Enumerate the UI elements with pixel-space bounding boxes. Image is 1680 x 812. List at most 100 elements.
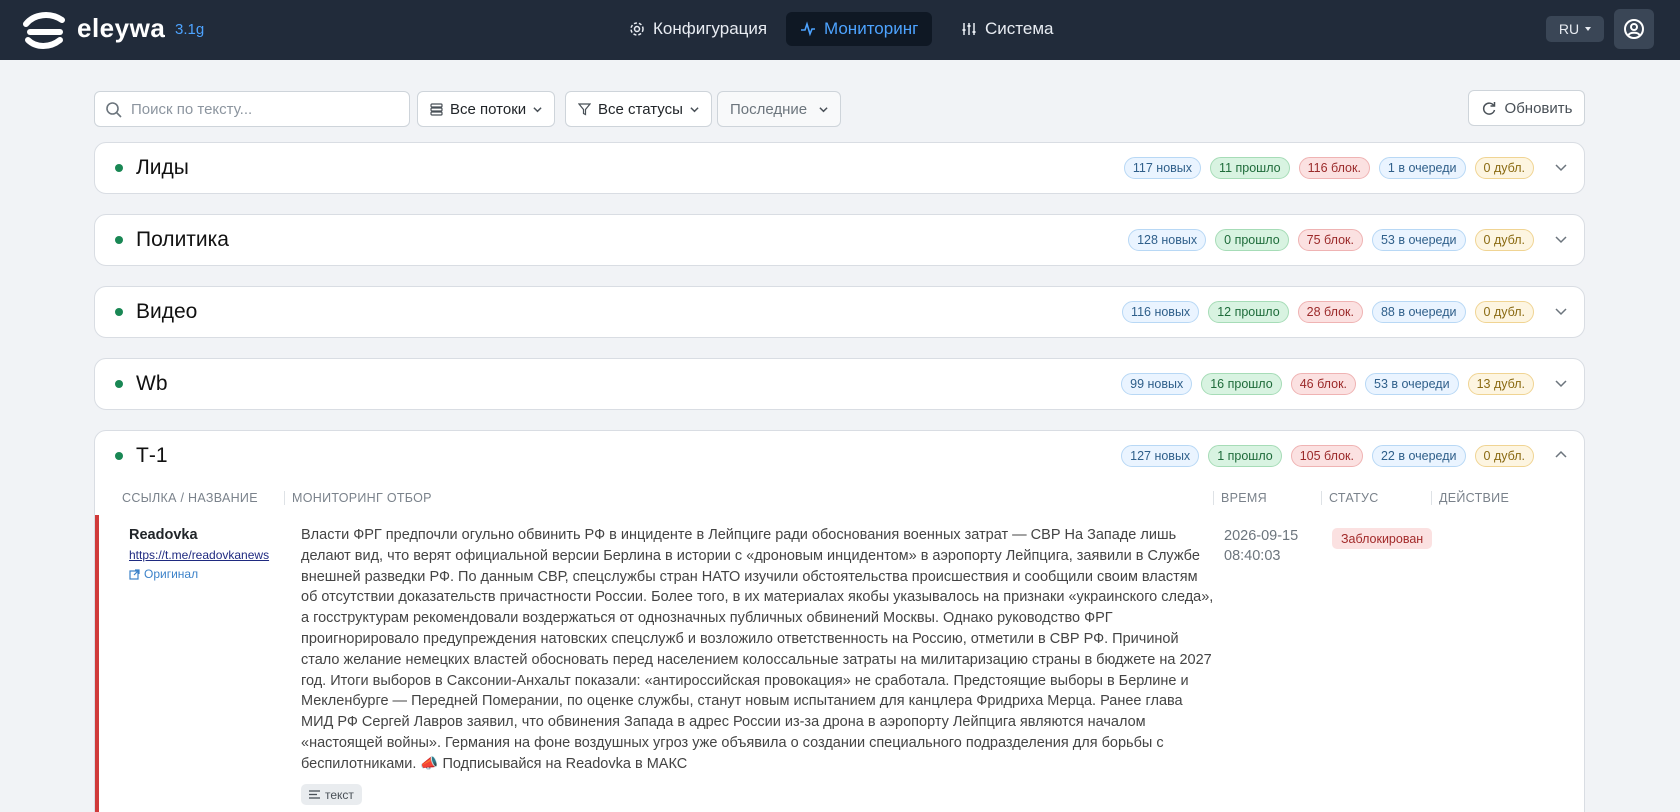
chevron-down-icon [819,106,828,112]
stream-card-header[interactable]: Видео 116 новых 12 прошло 28 блок. 88 в … [95,287,1584,337]
duplicate-count-badge: 13 дубл. [1467,373,1534,395]
message-text: Власти ФРГ предпочли огульно обвинить РФ… [301,527,1214,772]
order-select-label: Последние [730,100,808,118]
stream-title: Лиды [136,156,189,179]
table-header: ССЫЛКА / НАЗВАНИЕ МОНИТОРИНГ ОТБОР ВРЕМЯ… [95,491,1584,515]
status-filter-dropdown[interactable]: Все статусы [565,91,712,127]
stream-card-header[interactable]: Лиды 117 новых 11 прошло 116 блок. 1 в о… [95,143,1584,193]
stream-card-header[interactable]: Политика 128 новых 0 прошло 75 блок. 53 … [95,215,1584,265]
duplicate-count-badge: 0 дубл. [1474,229,1534,251]
search-box [94,91,410,127]
source-name: Readovka [129,527,198,543]
active-status-dot [115,236,123,244]
user-circle-icon [1624,19,1644,39]
chevron-down-icon [533,106,542,112]
active-status-dot [115,308,123,316]
streams-filter-label: Все потоки [450,100,527,118]
active-status-dot [115,452,123,460]
user-menu-button[interactable] [1614,9,1654,49]
blocked-count-badge: 116 блок. [1298,157,1370,179]
app-name[interactable]: eleywa [77,13,165,44]
new-count-badge: 117 новых [1123,157,1202,179]
stream-badges: 128 новых 0 прошло 75 блок. 53 в очереди… [1128,229,1534,251]
passed-count-badge: 16 прошло [1201,373,1282,395]
nav-system[interactable]: Система [947,12,1067,46]
refresh-label: Обновить [1504,99,1573,117]
source-link[interactable]: https://t.me/readovkanews [129,548,269,562]
passed-count-badge: 12 прошло [1208,301,1289,323]
new-count-badge: 116 новых [1122,301,1200,323]
column-header-monitoring: МОНИТОРИНГ ОТБОР [284,491,432,505]
stream-title: Видео [136,300,198,323]
stream-badges: 117 новых 11 прошло 116 блок. 1 в очеред… [1123,157,1534,179]
refresh-icon [1482,102,1495,115]
chevron-down-icon [690,106,699,112]
stream-card-header[interactable]: Т-1 127 новых 1 прошло 105 блок. 22 в оч… [95,431,1584,481]
chevron-down-icon[interactable] [1554,304,1568,318]
blocked-count-badge: 105 блок. [1290,445,1363,467]
status-filter-label: Все статусы [598,100,683,118]
stream-title: Wb [136,372,168,395]
chevron-up-icon[interactable] [1554,448,1568,462]
message-time: 2026-09-15 08:40:03 [1224,526,1324,566]
streams-filter-dropdown[interactable]: Все потоки [417,91,556,127]
search-input[interactable] [131,92,401,126]
activity-icon [801,21,815,37]
queue-count-badge: 53 в очереди [1365,373,1459,395]
stream-card-expanded: Т-1 127 новых 1 прошло 105 блок. 22 в оч… [94,430,1585,812]
stream-badges: 116 новых 12 прошло 28 блок. 88 в очеред… [1122,301,1534,323]
blocked-count-badge: 46 блок. [1290,373,1357,395]
duplicate-count-badge: 0 дубл. [1474,301,1534,323]
stream-card: Видео 116 новых 12 прошло 28 блок. 88 в … [94,286,1585,338]
nav-system-label: Система [985,19,1054,38]
original-link[interactable]: Оригинал [129,567,198,581]
stream-card: Лиды 117 новых 11 прошло 116 блок. 1 в о… [94,142,1585,194]
caret-down-icon [1585,27,1592,31]
content-type-label: текст [325,787,354,802]
stream-badges: 127 новых 1 прошло 105 блок. 22 в очеред… [1121,445,1534,467]
language-selector[interactable]: RU [1546,16,1604,42]
stream-card: Wb 99 новых 16 прошло 46 блок. 53 в очер… [94,358,1585,410]
blocked-count-badge: 28 блок. [1297,301,1363,323]
stream-card: Политика 128 новых 0 прошло 75 блок. 53 … [94,214,1585,266]
duplicate-count-badge: 0 дубл. [1474,157,1534,179]
chevron-down-icon[interactable] [1554,232,1568,246]
order-select[interactable]: Последние [717,91,841,127]
nav-monitoring-label: Мониторинг [824,19,919,38]
external-link-icon [129,568,140,580]
search-icon [106,102,122,118]
active-status-dot [115,380,123,388]
message-clock: 08:40:03 [1224,548,1281,564]
chevron-down-icon[interactable] [1554,160,1568,174]
stream-title: Политика [136,228,229,251]
chevron-down-icon[interactable] [1554,376,1568,390]
app-version: 3.1g [175,21,205,38]
new-count-badge: 128 новых [1128,229,1207,251]
queue-count-badge: 1 в очереди [1378,157,1466,179]
nav-monitoring[interactable]: Мониторинг [786,12,933,46]
message-date: 2026-09-15 [1224,528,1299,544]
original-link-label: Оригинал [144,567,199,581]
stream-title: Т-1 [136,444,168,467]
new-count-badge: 99 новых [1121,373,1193,395]
passed-count-badge: 11 прошло [1210,157,1290,179]
text-lines-icon [309,790,320,799]
passed-count-badge: 0 прошло [1215,229,1289,251]
nav-configuration[interactable]: Конфигурация [615,12,781,46]
sliders-icon [962,23,976,35]
stream-badges: 99 новых 16 прошло 46 блок. 53 в очереди… [1121,373,1534,395]
active-status-dot [115,164,123,172]
top-navbar: eleywa 3.1g Конфигурация Мониторинг Сист… [0,0,1680,60]
queue-count-badge: 53 в очереди [1371,229,1466,251]
filter-icon [578,102,591,115]
layers-icon [430,102,443,116]
column-header-status: СТАТУС [1321,491,1379,505]
gear-icon [630,22,644,36]
column-header-link: ССЫЛКА / НАЗВАНИЕ [122,491,258,505]
status-badge: Заблокирован [1332,528,1433,549]
queue-count-badge: 22 в очереди [1371,445,1466,467]
refresh-button[interactable]: Обновить [1468,90,1585,126]
eleywa-logo-icon[interactable] [22,10,66,50]
content-type-tag: текст [301,784,362,805]
stream-card-header[interactable]: Wb 99 новых 16 прошло 46 блок. 53 в очер… [95,359,1584,409]
